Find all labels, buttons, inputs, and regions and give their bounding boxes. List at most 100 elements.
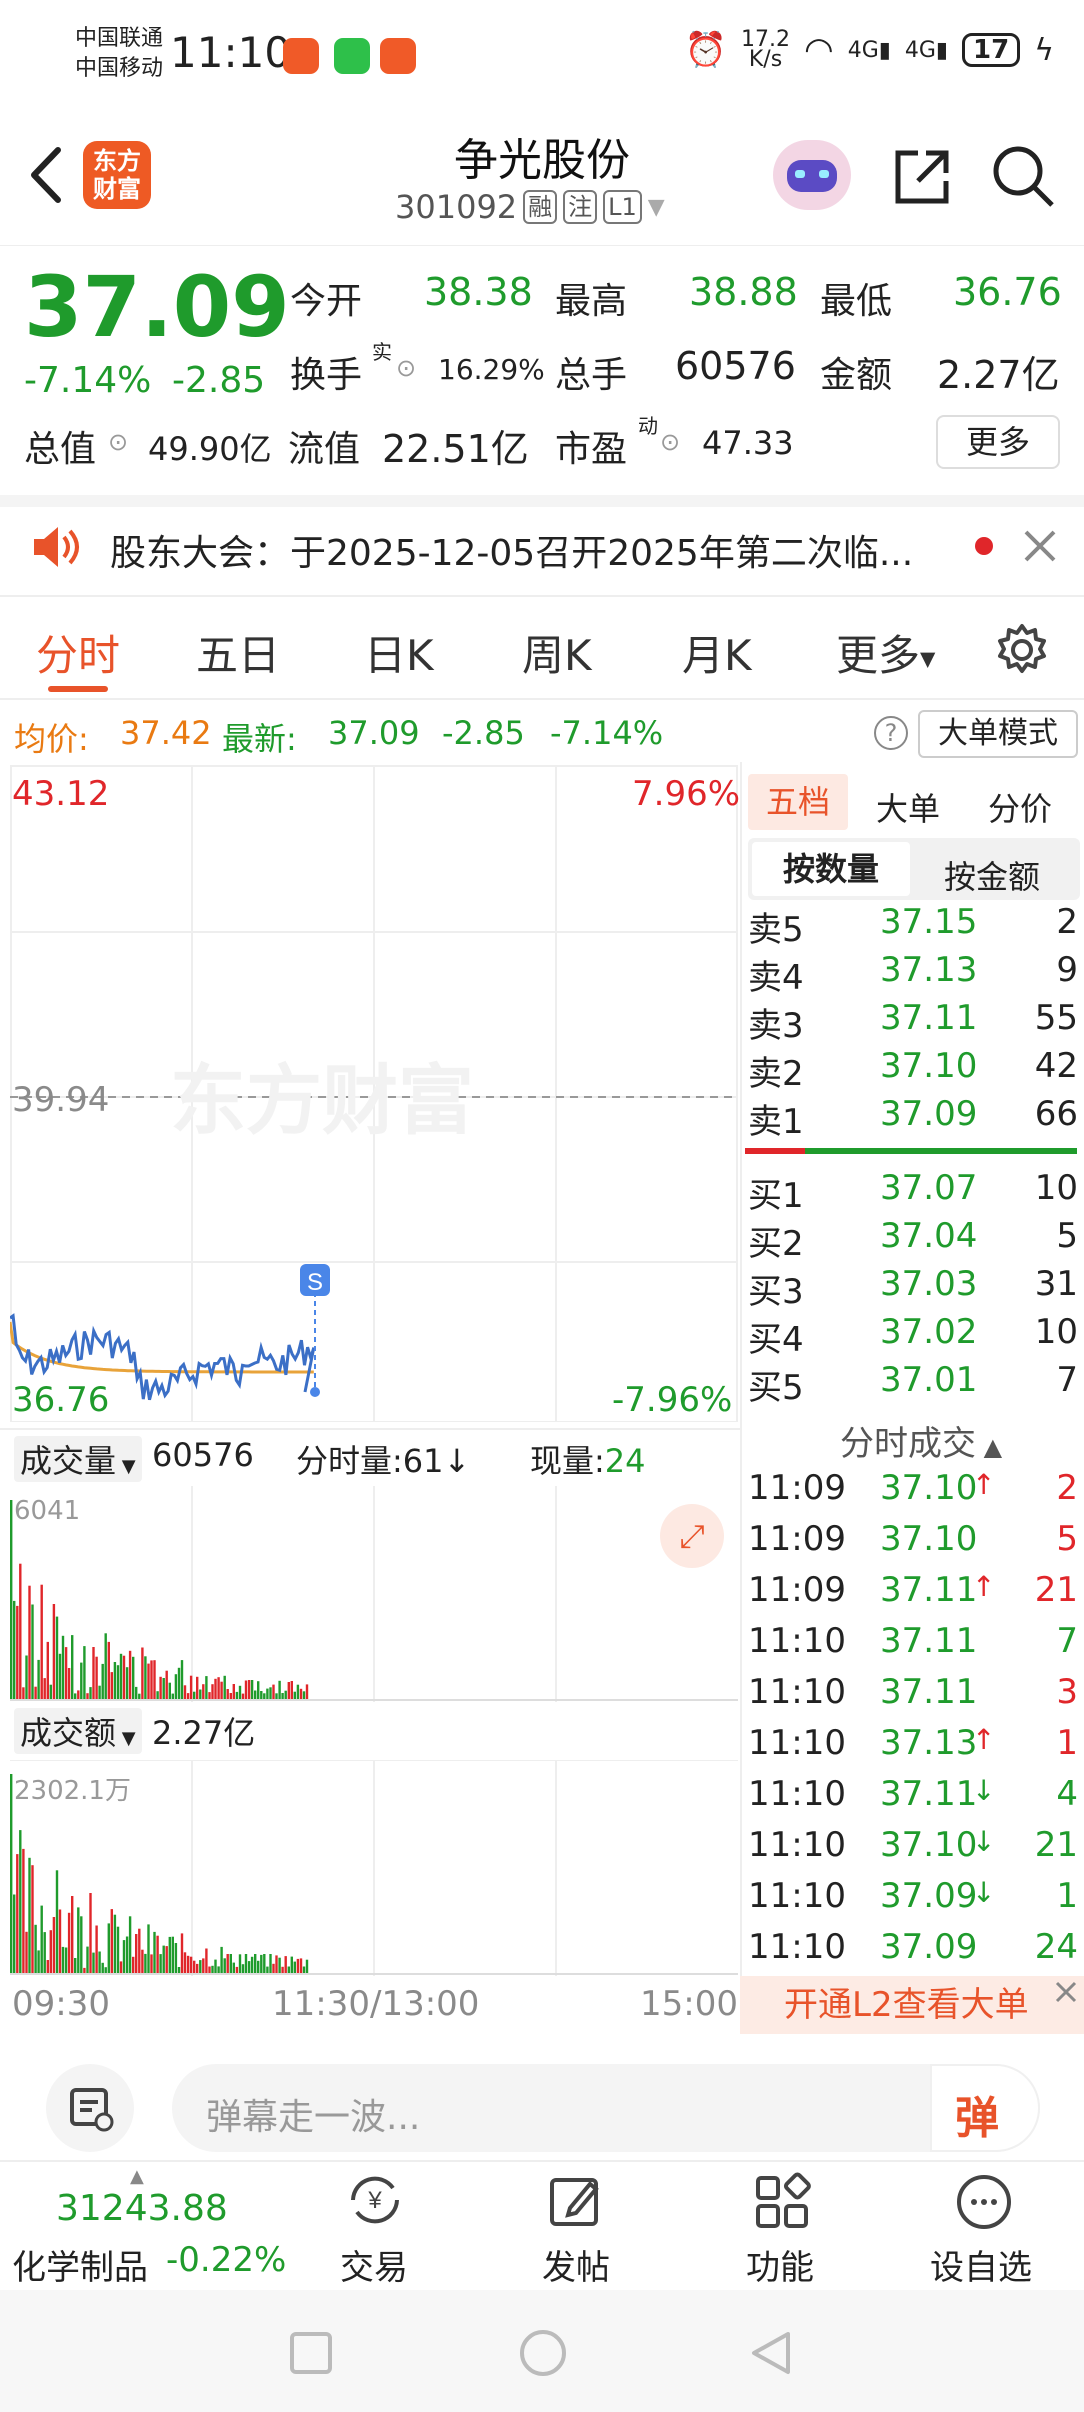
bids-row[interactable]: 买5 37.01 7 — [748, 1360, 1078, 1408]
volume-bar — [113, 1662, 117, 1700]
post-icon[interactable] — [546, 2172, 606, 2232]
amount-bar — [284, 1956, 287, 1974]
down-arrow-icon: ↓ — [972, 1876, 996, 1909]
volume-bar — [119, 1653, 123, 1700]
danmaku-toggle[interactable] — [46, 2064, 134, 2152]
index-name[interactable]: 化学制品 — [12, 2240, 148, 2289]
bids-row[interactable]: 买4 37.02 10 — [748, 1312, 1078, 1360]
volume-bar — [299, 1688, 303, 1700]
nav-watchlist-label[interactable]: 设自选 — [930, 2240, 1032, 2289]
volume-bar — [61, 1635, 65, 1700]
asks-qty: 55 — [1034, 998, 1078, 1038]
amount-bar — [214, 1959, 217, 1974]
asks-row[interactable]: 卖4 37.13 9 — [748, 950, 1078, 998]
trade-row: 11:10 37.11 ↓ 4 — [748, 1774, 1078, 1822]
settings-gear-icon[interactable] — [994, 622, 1050, 678]
l2-upgrade-banner[interactable]: 开通L2查看大单 — [740, 1976, 1084, 2034]
amount-bar — [302, 1966, 306, 1974]
tab-big-order[interactable]: 大单 — [876, 784, 940, 830]
more-button[interactable]: 更多 — [936, 415, 1060, 469]
volume-bar — [214, 1678, 217, 1700]
tab-weekly-k[interactable]: 周K — [522, 622, 592, 683]
home-icon[interactable] — [518, 2328, 568, 2378]
amount-selector[interactable]: 成交额 ▼ — [14, 1708, 142, 1754]
nav-trade-label[interactable]: 交易 — [340, 2240, 408, 2289]
volume-bar — [28, 1585, 31, 1700]
trade-time: 11:10 — [748, 1621, 846, 1661]
info-icon-2[interactable]: ⊙ — [108, 428, 128, 456]
big-order-mode-button[interactable]: 大单模式 — [918, 710, 1078, 758]
nav-post-label[interactable]: 发帖 — [542, 2240, 610, 2289]
trades-title[interactable]: 分时成交 ▲ — [840, 1416, 1002, 1465]
trade-time: 11:10 — [748, 1672, 846, 1712]
trade-qty: 3 — [1056, 1672, 1078, 1712]
volume-bar — [159, 1676, 162, 1700]
signal-1-label: 4G — [847, 37, 879, 63]
change-amount: -2.85 — [172, 360, 266, 401]
asks-row[interactable]: 卖2 37.10 42 — [748, 1046, 1078, 1094]
trade-price: 37.11 — [880, 1570, 978, 1610]
volume-selector[interactable]: 成交量 ▼ — [14, 1436, 142, 1482]
bids-row[interactable]: 买2 37.04 5 — [748, 1216, 1078, 1264]
trade-price: 37.10 — [880, 1519, 978, 1559]
bids-price: 37.02 — [880, 1312, 978, 1352]
asks-price: 37.10 — [880, 1046, 978, 1086]
search-icon[interactable] — [990, 143, 1056, 209]
info-icon-3[interactable]: ⊙ — [660, 428, 680, 456]
amount-bar — [43, 1932, 46, 1974]
amount-bar — [220, 1946, 223, 1974]
tab-daily-k[interactable]: 日K — [364, 622, 434, 683]
intraday-chart[interactable]: 东方财富 S — [10, 762, 738, 1422]
asks-price: 37.11 — [880, 998, 978, 1038]
chevron-down-icon[interactable]: ▼ — [648, 195, 665, 220]
info-icon[interactable]: ⊙ — [396, 354, 416, 382]
subtab-by-quantity[interactable]: 按数量 — [752, 842, 910, 896]
amount-bar — [113, 1914, 117, 1974]
help-icon[interactable]: ? — [874, 716, 908, 750]
subtab-by-amount[interactable]: 按金额 — [944, 852, 1040, 898]
asks-price: 37.15 — [880, 902, 978, 942]
asks-row[interactable]: 卖3 37.11 55 — [748, 998, 1078, 1046]
volume-bar — [58, 1653, 62, 1700]
index-value[interactable]: 31243.88 — [56, 2188, 228, 2229]
volume-bar — [125, 1667, 129, 1700]
tab-intraday[interactable]: 分时 — [36, 622, 120, 683]
tab-price-dist[interactable]: 分价 — [988, 784, 1052, 830]
high-label: 最高 — [555, 281, 628, 322]
asks-row[interactable]: 卖5 37.15 2 — [748, 902, 1078, 950]
trade-row: 11:10 37.09 24 — [748, 1927, 1078, 1975]
low-value: 36.76 — [953, 270, 1062, 314]
share-icon[interactable] — [890, 145, 954, 209]
close-icon[interactable] — [1022, 528, 1058, 564]
nav-functions-label[interactable]: 功能 — [746, 2240, 814, 2289]
close-icon-2[interactable] — [1054, 1980, 1078, 2004]
volume-bar — [226, 1689, 229, 1700]
volume-bar — [278, 1680, 281, 1700]
amount-bar — [147, 1924, 150, 1974]
functions-icon[interactable] — [752, 2172, 812, 2232]
net-speed: 17.2 K/s — [741, 29, 790, 71]
avg-price-line — [10, 1321, 314, 1374]
amount-bar — [278, 1957, 281, 1974]
ai-assistant-avatar[interactable] — [773, 140, 851, 210]
expand-icon[interactable]: ⤢ — [660, 1504, 724, 1568]
recent-apps-icon[interactable] — [288, 2330, 334, 2376]
trade-icon[interactable]: ¥ — [340, 2172, 410, 2228]
tab-level5[interactable]: 五档 — [748, 774, 848, 830]
bids-row[interactable]: 买1 37.07 10 — [748, 1168, 1078, 1216]
mktcap-value: 49.90亿 — [148, 430, 272, 468]
back-icon[interactable] — [746, 2328, 796, 2378]
tab-monthly-k[interactable]: 月K — [682, 622, 752, 683]
tab-more[interactable]: 更多▼ — [836, 622, 935, 683]
add-watchlist-icon[interactable] — [954, 2172, 1014, 2232]
up-arrow-icon: ↑ — [972, 1468, 996, 1501]
tab-5day[interactable]: 五日 — [196, 622, 280, 683]
bids-row[interactable]: 买3 37.03 31 — [748, 1264, 1078, 1312]
volume-bar — [135, 1686, 138, 1700]
amount-bar — [250, 1956, 254, 1974]
asks-qty: 2 — [1056, 902, 1078, 942]
asks-row[interactable]: 卖1 37.09 66 — [748, 1094, 1078, 1142]
trade-price: 37.11 — [880, 1672, 978, 1712]
last-point — [310, 1387, 320, 1397]
bids-level-label: 买1 — [748, 1176, 804, 1216]
